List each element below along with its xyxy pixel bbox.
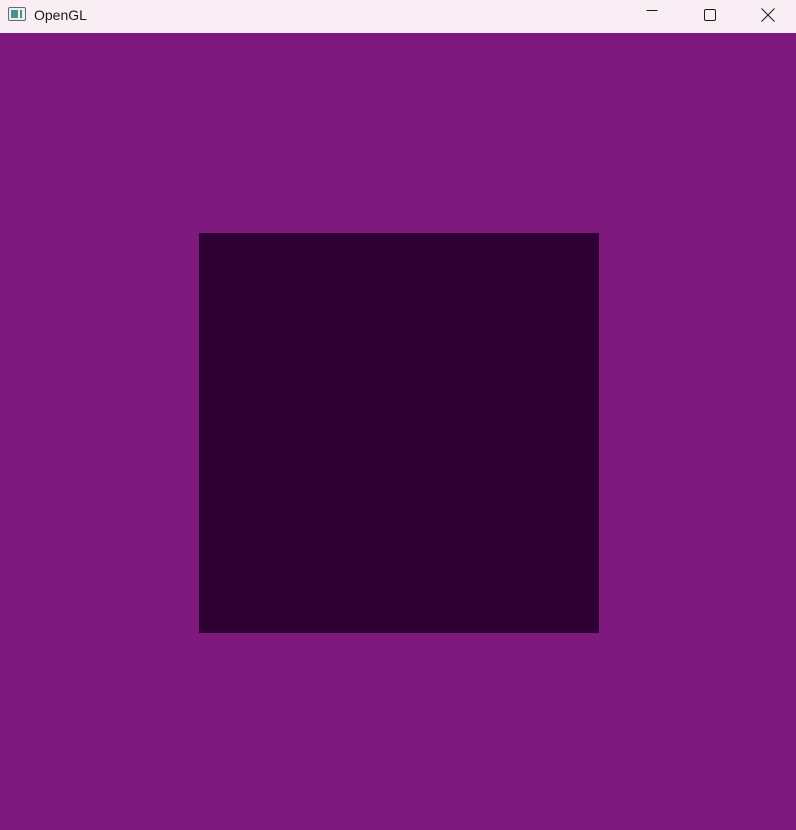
minimize-icon xyxy=(646,10,658,11)
app-icon-pane-secondary xyxy=(20,10,22,18)
maximize-button[interactable] xyxy=(681,0,739,30)
title-bar[interactable]: OpenGL xyxy=(0,0,796,33)
close-icon xyxy=(761,8,775,22)
minimize-button[interactable] xyxy=(623,0,681,30)
opengl-window: OpenGL xyxy=(0,0,796,830)
close-button[interactable] xyxy=(739,0,796,30)
app-icon-pane xyxy=(11,10,18,18)
window-title: OpenGL xyxy=(34,7,87,23)
app-window-icon xyxy=(8,7,26,21)
gl-viewport[interactable] xyxy=(0,33,796,830)
rendered-square xyxy=(199,233,599,633)
maximize-icon xyxy=(704,9,716,21)
